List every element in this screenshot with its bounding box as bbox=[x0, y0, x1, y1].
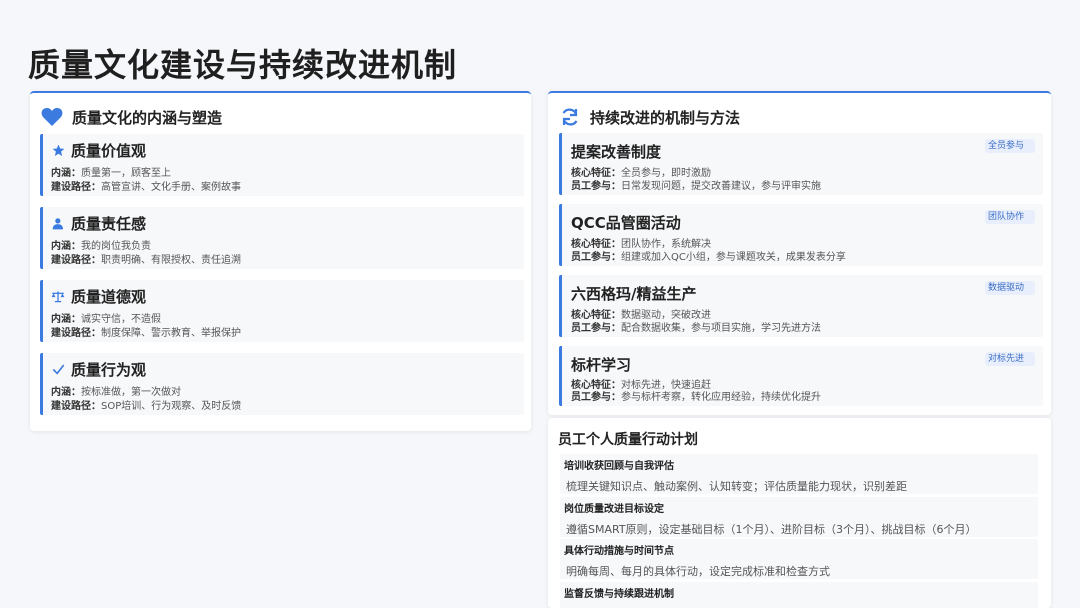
plan-item-description: 梳理关键知识点、触动案例、认知转变；评估质量能力现状，识别差距 bbox=[566, 480, 907, 493]
value-card-ethics: 质量道德观 内涵：诚实守信，不造假 建设路径：制度保障、警示教育、举报保护 bbox=[40, 280, 524, 342]
method-card-tag: 对标先进 bbox=[985, 352, 1035, 366]
plan-item: 培训收获回顾与自我评估 梳理关键知识点、触动案例、认知转变；评估质量能力现状，识… bbox=[560, 454, 1038, 494]
method-card-participation: 员工参与：参与标杆考察，转化应用经验，持续优化提升 bbox=[571, 392, 821, 403]
action-plan-panel: 员工个人质量行动计划 培训收获回顾与自我评估 梳理关键知识点、触动案例、认知转变… bbox=[548, 418, 1051, 608]
value-card-name: 质量行为观 bbox=[71, 361, 147, 379]
method-card-tag: 全员参与 bbox=[985, 139, 1035, 153]
refresh-icon bbox=[558, 105, 582, 129]
value-card-path: 建设路径：SOP培训、行为观察、及时反馈 bbox=[51, 401, 242, 412]
value-card-connotation: 内涵：我的岗位我负责 bbox=[51, 241, 151, 252]
plan-item: 岗位质量改进目标设定 遵循SMART原则，设定基础目标（1个月）、进阶目标（3个… bbox=[560, 497, 1038, 537]
value-card-connotation: 内涵：质量第一，顾客至上 bbox=[51, 168, 171, 179]
value-card-path: 建设路径：制度保障、警示教育、举报保护 bbox=[51, 328, 241, 339]
page-title: 质量文化建设与持续改进机制 bbox=[28, 46, 458, 84]
action-plan-title: 员工个人质量行动计划 bbox=[558, 432, 698, 448]
user-icon bbox=[51, 217, 65, 231]
method-card-benchmark: 标杆学习 核心特征：对标先进，快速追赶 员工参与：参与标杆考察，转化应用经验，持… bbox=[559, 346, 1043, 406]
heart-icon bbox=[40, 105, 64, 129]
method-card-participation: 员工参与：配合数据收集，参与项目实施，学习先进方法 bbox=[571, 323, 821, 334]
value-card-path: 建设路径：高管宣讲、文化手册、案例故事 bbox=[51, 182, 241, 193]
method-card-name: 标杆学习 bbox=[571, 356, 632, 374]
value-card-name: 质量道德观 bbox=[71, 288, 147, 306]
value-card-values: 质量价值观 内涵：质量第一，顾客至上 建设路径：高管宣讲、文化手册、案例故事 bbox=[40, 134, 524, 196]
value-card-name: 质量责任感 bbox=[71, 215, 147, 233]
plan-item: 监督反馈与持续跟进机制 bbox=[560, 582, 1038, 608]
value-card-name: 质量价值观 bbox=[71, 142, 147, 160]
improvement-panel-title: 持续改进的机制与方法 bbox=[590, 108, 741, 127]
value-card-connotation: 内涵：按标准做，第一次做对 bbox=[51, 387, 181, 398]
method-card-participation: 员工参与：日常发现问题，提交改善建议，参与评审实施 bbox=[571, 181, 821, 192]
method-card-name: 提案改善制度 bbox=[571, 143, 662, 161]
plan-item-heading: 岗位质量改进目标设定 bbox=[564, 504, 664, 515]
plan-item-heading: 培训收获回顾与自我评估 bbox=[564, 461, 674, 472]
method-card-name: 六西格玛/精益生产 bbox=[571, 285, 697, 303]
improvement-panel-header: 持续改进的机制与方法 bbox=[558, 105, 740, 129]
method-card-qcc: QCC品管圈活动 核心特征：团队协作，系统解决 员工参与：组建或加入QC小组，参… bbox=[559, 204, 1043, 266]
method-card-six-sigma: 六西格玛/精益生产 核心特征：数据驱动，突破改进 员工参与：配合数据收集，参与项… bbox=[559, 275, 1043, 337]
plan-item-description: 明确每周、每月的具体行动，设定完成标准和检查方式 bbox=[566, 565, 830, 578]
plan-item-heading: 具体行动措施与时间节点 bbox=[564, 546, 674, 557]
scale-icon bbox=[51, 290, 65, 304]
value-card-responsibility: 质量责任感 内涵：我的岗位我负责 建设路径：职责明确、有限授权、责任追溯 bbox=[40, 207, 524, 269]
value-card-connotation: 内涵：诚实守信，不造假 bbox=[51, 314, 161, 325]
plan-item-description: 遵循SMART原则，设定基础目标（1个月）、进阶目标（3个月）、挑战目标（6个月… bbox=[566, 523, 977, 536]
value-card-path: 建设路径：职责明确、有限授权、责任追溯 bbox=[51, 255, 241, 266]
method-card-proposal: 提案改善制度 核心特征：全员参与，即时激励 员工参与：日常发现问题，提交改善建议… bbox=[559, 133, 1043, 195]
plan-item-heading: 监督反馈与持续跟进机制 bbox=[564, 589, 674, 600]
method-card-tag: 数据驱动 bbox=[985, 281, 1035, 295]
culture-panel-title: 质量文化的内涵与塑造 bbox=[72, 108, 223, 127]
method-card-tag: 团队协作 bbox=[985, 210, 1035, 224]
check-icon bbox=[51, 363, 65, 377]
method-card-name: QCC品管圈活动 bbox=[571, 214, 681, 232]
method-card-participation: 员工参与：组建或加入QC小组，参与课题攻关，成果发表分享 bbox=[571, 252, 846, 263]
star-icon bbox=[51, 144, 65, 158]
culture-panel-header: 质量文化的内涵与塑造 bbox=[40, 105, 222, 129]
plan-item: 具体行动措施与时间节点 明确每周、每月的具体行动，设定完成标准和检查方式 bbox=[560, 539, 1038, 579]
value-card-behavior: 质量行为观 内涵：按标准做，第一次做对 建设路径：SOP培训、行为观察、及时反馈 bbox=[40, 353, 524, 415]
